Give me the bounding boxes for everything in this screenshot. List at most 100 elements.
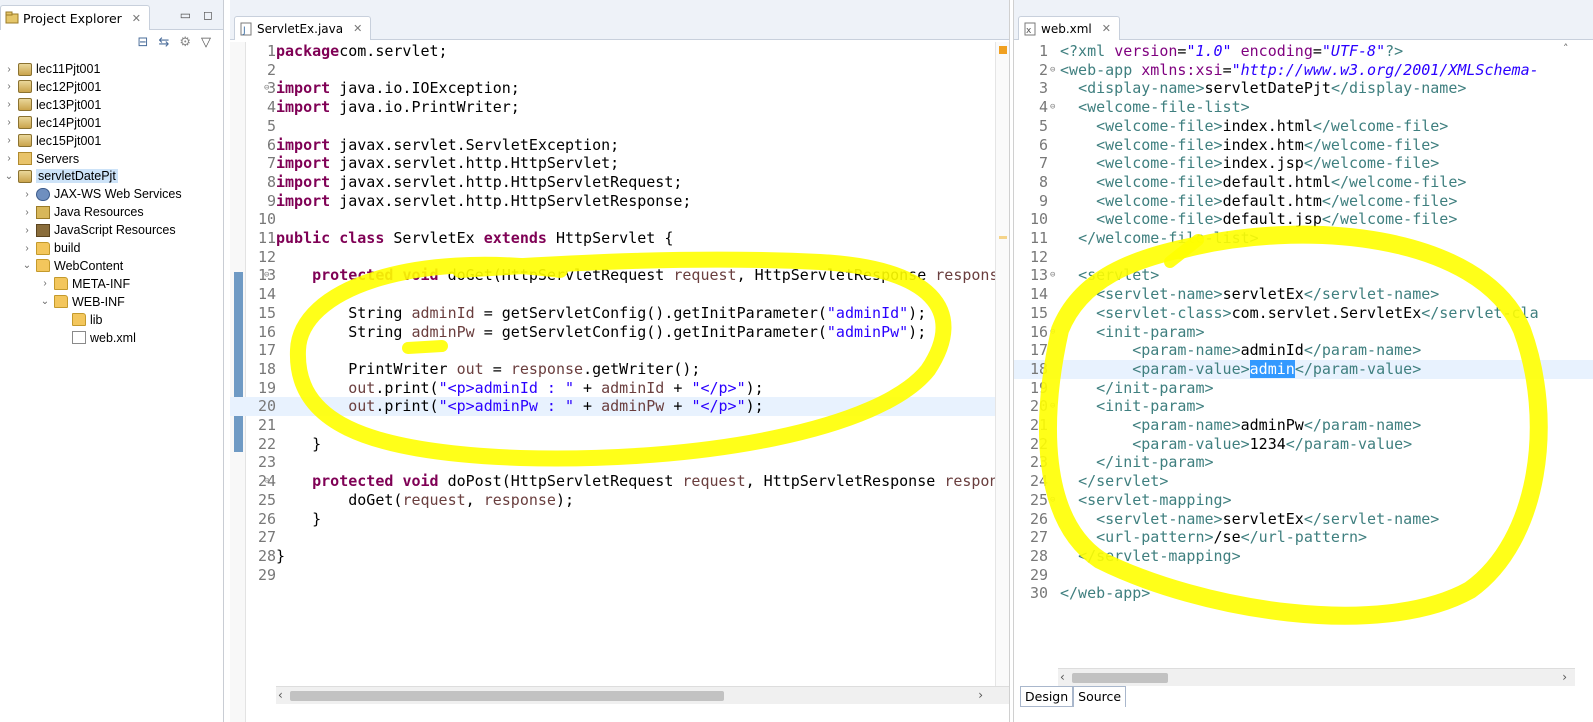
tree-item[interactable]: › JAX-WS Web Services	[22, 185, 181, 203]
code-line[interactable]: 4 ⊖ <welcome-file-list>	[1014, 98, 1593, 117]
code-line[interactable]: 7 import javax.servlet.http.HttpServlet;	[230, 154, 1009, 173]
code-line[interactable]: 11 </welcome-file-list>	[1014, 229, 1593, 248]
java-overview-ruler[interactable]	[995, 42, 1009, 692]
code-line[interactable]: 3 <display-name>servletDatePjt</display-…	[1014, 79, 1593, 98]
maximize-icon[interactable]: ◻	[203, 8, 213, 22]
code-line[interactable]: 29	[1014, 566, 1593, 585]
tree-item[interactable]: › Servers	[4, 150, 79, 168]
code-line[interactable]: 17 <param-name>adminId</param-name>	[1014, 341, 1593, 360]
code-line[interactable]: 14 <servlet-name>servletEx</servlet-name…	[1014, 285, 1593, 304]
scroll-left-icon[interactable]: ‹	[1060, 670, 1065, 684]
collapsed-arrow-icon[interactable]: ›	[22, 189, 32, 200]
tree-item[interactable]: › lec13Pjt001	[4, 96, 101, 114]
code-line[interactable]: 9 import javax.servlet.http.HttpServletRe…	[230, 192, 1009, 211]
fold-toggle-icon[interactable]: ⊖	[264, 79, 269, 98]
fold-toggle-icon[interactable]: ⊖	[1050, 491, 1055, 510]
code-line[interactable]: 11 public class ServletEx extends HttpSer…	[230, 229, 1009, 248]
expanded-arrow-icon[interactable]: ⌄	[4, 171, 14, 182]
code-line[interactable]: 10	[230, 210, 1009, 229]
tab-source[interactable]: Source	[1073, 686, 1127, 707]
tree-item[interactable]: › lec14Pjt001	[4, 114, 101, 132]
warning-marker-icon[interactable]	[999, 46, 1007, 54]
code-line[interactable]: 12	[1014, 248, 1593, 267]
fold-toggle-icon[interactable]: ⊖	[264, 472, 269, 491]
fold-toggle-icon[interactable]: ⊖	[1050, 266, 1055, 285]
code-line[interactable]: 24 </servlet>	[1014, 472, 1593, 491]
expanded-arrow-icon[interactable]: ⌄	[40, 296, 50, 307]
code-line[interactable]: 2 ⊖ <web-app xmlns:xsi="http://www.w3.org/…	[1014, 61, 1593, 80]
code-line[interactable]: 16 ⊖ <init-param>	[1014, 323, 1593, 342]
code-line[interactable]: 2	[230, 61, 1009, 80]
tree-item[interactable]: › build	[22, 239, 80, 257]
tab-design[interactable]: Design	[1020, 686, 1074, 707]
scroll-thumb[interactable]	[1072, 673, 1168, 683]
code-line[interactable]: 15 String adminId = getServletConfig().g…	[230, 304, 1009, 323]
close-icon[interactable]: ✕	[132, 12, 141, 25]
link-with-editor-icon[interactable]: ⇆	[158, 35, 169, 50]
code-line[interactable]: 25 ⊖ <servlet-mapping>	[1014, 491, 1593, 510]
fold-toggle-icon[interactable]: ⊖	[1050, 323, 1055, 342]
code-line[interactable]: 26 }	[230, 510, 1009, 529]
code-line[interactable]: 27	[230, 528, 1009, 547]
tree-item[interactable]: › JavaScript Resources	[22, 221, 175, 239]
code-line[interactable]: 1 packagecom.servlet;	[230, 42, 1009, 61]
code-line[interactable]: 9 <welcome-file>default.htm</welcome-fil…	[1014, 192, 1593, 211]
tree-item[interactable]: › lec12Pjt001	[4, 78, 101, 96]
collapsed-arrow-icon[interactable]: ›	[4, 135, 14, 146]
code-line[interactable]: 14	[230, 285, 1009, 304]
code-line[interactable]: 28}	[230, 547, 1009, 566]
code-line[interactable]: 15 <servlet-class>com.servlet.ServletEx<…	[1014, 304, 1593, 323]
fold-toggle-icon[interactable]: ⊖	[1050, 98, 1055, 117]
scroll-right-icon[interactable]: ›	[1562, 670, 1567, 684]
code-line[interactable]: 1 <?xml version="1.0" encoding="UTF-8"?>	[1014, 42, 1593, 61]
collapsed-arrow-icon[interactable]: ›	[4, 153, 14, 164]
code-line[interactable]: 22 <param-value>1234</param-value>	[1014, 435, 1593, 454]
code-line[interactable]: 28 </servlet-mapping>	[1014, 547, 1593, 566]
collapse-all-icon[interactable]: ⊟	[138, 35, 149, 50]
close-icon[interactable]: ✕	[1102, 22, 1111, 35]
code-line[interactable]: 19 </init-param>	[1014, 379, 1593, 398]
tree-item[interactable]: lib	[58, 311, 103, 329]
code-line[interactable]: 12	[230, 248, 1009, 267]
code-line[interactable]: 22 }	[230, 435, 1009, 454]
scroll-left-icon[interactable]: ‹	[278, 688, 283, 702]
tree-item[interactable]: › META-INF	[40, 275, 130, 293]
scroll-thumb[interactable]	[290, 691, 724, 701]
tree-item[interactable]: › Java Resources	[22, 203, 143, 221]
code-line[interactable]: 26 <servlet-name>servletEx</servlet-name…	[1014, 510, 1593, 529]
code-line[interactable]: 20 ⊖ <init-param>	[1014, 397, 1593, 416]
code-line[interactable]: 3 ⊖ import java.io.IOException;	[230, 79, 1009, 98]
code-line[interactable]: 29	[230, 566, 1009, 585]
code-line[interactable]: 13 ⊖ <servlet>	[1014, 266, 1593, 285]
code-line[interactable]: 8 import javax.servlet.http.HttpServletRe…	[230, 173, 1009, 192]
collapsed-arrow-icon[interactable]: ›	[22, 225, 32, 236]
code-line[interactable]: 19 out.print("<p>adminId : " + adminId +…	[230, 379, 1009, 398]
fold-toggle-icon[interactable]: ⊖	[1050, 397, 1055, 416]
code-line[interactable]: 4 import java.io.PrintWriter;	[230, 98, 1009, 117]
code-line[interactable]: 20 out.print("<p>adminPw : " + adminPw +…	[230, 397, 1009, 416]
java-horizontal-scrollbar[interactable]: ‹ ›	[276, 686, 1009, 704]
fold-toggle-icon[interactable]: ⊖	[264, 266, 269, 285]
code-line[interactable]: 6 import javax.servlet.ServletException;	[230, 136, 1009, 155]
fold-toggle-icon[interactable]: ⊖	[1050, 61, 1055, 80]
code-line[interactable]: 25 doGet(request, response);	[230, 491, 1009, 510]
tree-item[interactable]: ⌄ servletDatePjt	[4, 167, 118, 185]
occurrence-marker[interactable]	[999, 236, 1007, 239]
collapsed-arrow-icon[interactable]: ›	[22, 207, 32, 218]
code-line[interactable]: 16 String adminPw = getServletConfig().g…	[230, 323, 1009, 342]
tree-item[interactable]: web.xml	[58, 329, 136, 347]
code-line[interactable]: 17	[230, 341, 1009, 360]
tab-web-xml[interactable]: x web.xml ✕	[1018, 16, 1120, 40]
code-line[interactable]: 30 </web-app>	[1014, 584, 1593, 603]
tree-item[interactable]: › lec15Pjt001	[4, 132, 101, 150]
collapsed-arrow-icon[interactable]: ›	[4, 117, 14, 128]
code-line[interactable]: 21 <param-name>adminPw</param-name>	[1014, 416, 1593, 435]
code-line[interactable]: 27 <url-pattern>/se</url-pattern>	[1014, 528, 1593, 547]
tree-item[interactable]: ⌄ WEB-INF	[40, 293, 125, 311]
xml-horizontal-scrollbar[interactable]: ‹ ›	[1058, 668, 1575, 686]
collapsed-arrow-icon[interactable]: ›	[22, 243, 32, 254]
code-line[interactable]: 18 PrintWriter out = response.getWriter(…	[230, 360, 1009, 379]
scroll-right-icon[interactable]: ›	[978, 688, 983, 702]
tree-item[interactable]: ⌄ WebContent	[22, 257, 123, 275]
collapsed-arrow-icon[interactable]: ›	[40, 278, 50, 289]
